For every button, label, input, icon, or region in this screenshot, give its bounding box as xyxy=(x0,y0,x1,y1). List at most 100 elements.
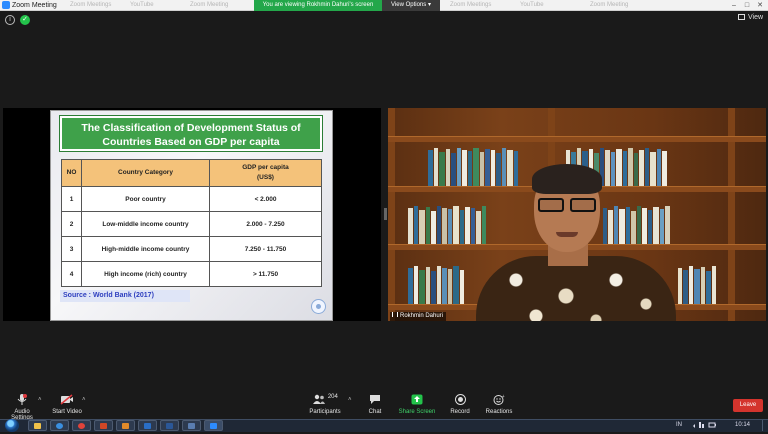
row-number: 3 xyxy=(61,236,82,262)
institution-logo-icon xyxy=(311,299,326,314)
reactions-button[interactable]: + Reactions xyxy=(484,394,514,415)
book-row xyxy=(678,264,758,304)
taskbar-app-generic[interactable] xyxy=(182,420,201,431)
chat-label: Chat xyxy=(368,409,382,415)
table-row: 2 Low-middle income country 2.000 - 7.25… xyxy=(61,211,322,237)
folder-icon xyxy=(34,423,41,429)
zoom-icon xyxy=(210,423,217,429)
clock-time: 10:14 xyxy=(735,422,751,428)
gdp-header-unit: (US$) xyxy=(257,174,274,181)
taskbar-app-word[interactable] xyxy=(160,420,179,431)
taskbar-app-zoom[interactable] xyxy=(204,420,223,431)
participants-options-caret[interactable]: ˄ xyxy=(348,397,352,403)
row-gdp: 7.250 - 11.750 xyxy=(209,236,322,262)
row-category: Poor country xyxy=(81,186,210,212)
participant-mouth xyxy=(556,232,578,237)
audio-options-caret[interactable]: ˄ xyxy=(38,397,42,403)
view-label: View xyxy=(748,14,764,21)
svg-text:+: + xyxy=(502,394,505,399)
powerpoint-icon xyxy=(100,423,107,429)
app-icon xyxy=(188,423,195,429)
chevron-down-icon: ▾ xyxy=(427,2,431,8)
background-tab[interactable]: Zoom Meetings xyxy=(450,0,491,11)
video-label: Start Video xyxy=(52,409,82,415)
share-screen-icon xyxy=(411,394,423,405)
media-player-icon xyxy=(122,423,129,429)
chrome-icon xyxy=(78,423,85,429)
row-category: High income (rich) country xyxy=(81,261,210,287)
close-button[interactable]: ✕ xyxy=(754,0,766,11)
taskbar-app-chrome[interactable] xyxy=(72,420,91,431)
audio-settings-button[interactable]: Audio Settings xyxy=(8,394,36,421)
tray-icons xyxy=(693,422,716,428)
taskbar-app-outlook[interactable] xyxy=(138,420,157,431)
record-button[interactable]: Record xyxy=(448,394,472,415)
start-video-button[interactable]: Start Video xyxy=(50,394,84,415)
slide-source: Source : World Bank (2017) xyxy=(60,290,190,302)
taskbar-app-media[interactable] xyxy=(116,420,135,431)
row-category: Low-middle income country xyxy=(81,211,210,237)
maximize-button[interactable]: □ xyxy=(741,0,753,11)
background-tab[interactable]: Zoom Meeting xyxy=(190,0,228,11)
participant-name: Rokhmin Dahuri xyxy=(400,313,444,319)
column-header-no: NO xyxy=(61,159,82,187)
show-desktop-button[interactable] xyxy=(762,420,767,431)
row-gdp: > 11.750 xyxy=(209,261,322,287)
participants-button[interactable]: 204 Participants xyxy=(306,394,344,415)
row-gdp: < 2.000 xyxy=(209,186,322,212)
record-label: Record xyxy=(450,409,470,415)
taskbar-app-explorer[interactable] xyxy=(28,420,47,431)
share-screen-button[interactable]: Share Screen xyxy=(398,394,436,415)
leave-meeting-button[interactable]: Leave xyxy=(733,399,763,412)
book-row xyxy=(603,204,728,244)
table-row: 1 Poor country < 2.000 xyxy=(61,186,322,212)
minimize-button[interactable]: – xyxy=(728,0,740,11)
word-icon xyxy=(166,423,173,429)
outlook-icon xyxy=(144,423,151,429)
taskbar-app-ie[interactable] xyxy=(50,420,69,431)
gallery-grid-icon xyxy=(738,14,745,21)
reactions-label: Reactions xyxy=(485,409,513,415)
row-number: 1 xyxy=(61,186,82,212)
participants-count: 204 xyxy=(327,394,338,400)
row-category: High-middle income country xyxy=(81,236,210,262)
reactions-smiley-icon: + xyxy=(493,394,505,405)
row-number: 4 xyxy=(61,261,82,287)
participants-label: Participants xyxy=(309,409,341,415)
video-camera-off-icon xyxy=(60,394,73,405)
taskbar-app-powerpoint[interactable] xyxy=(94,420,113,431)
chat-button[interactable]: Chat xyxy=(364,394,386,415)
title-bar: Zoom Meeting Zoom Meetings YouTube Zoom … xyxy=(0,0,768,11)
participant-hair xyxy=(532,164,602,194)
book-row xyxy=(428,146,548,186)
slide-title-line: The Classification of Development Status… xyxy=(81,122,301,134)
column-header-gdp: GDP per capita (US$) xyxy=(209,159,322,187)
chat-bubble-icon xyxy=(370,395,380,404)
gdp-header-label: GDP per capita xyxy=(242,164,289,171)
share-screen-label: Share Screen xyxy=(398,409,436,415)
meeting-info-icon[interactable]: i xyxy=(5,15,15,25)
background-tab[interactable]: Zoom Meetings xyxy=(70,0,111,11)
background-tab[interactable]: YouTube xyxy=(520,0,544,11)
video-options-caret[interactable]: ˄ xyxy=(82,397,86,403)
table-header-row: NO Country Category GDP per capita (US$) xyxy=(61,159,322,187)
view-button[interactable]: View xyxy=(738,14,763,21)
view-options-label: View Options xyxy=(391,2,427,8)
participant-glasses xyxy=(538,198,598,212)
book-row xyxy=(408,204,548,244)
background-tab[interactable]: YouTube xyxy=(130,0,154,11)
screen-share-banner: You are viewing Rokhmin Dahuri's screen xyxy=(254,0,382,11)
internet-explorer-icon xyxy=(56,423,63,429)
slide-title-line: Countries Based on GDP per capita xyxy=(102,136,280,148)
participants-icon xyxy=(313,394,326,404)
windows-start-icon[interactable] xyxy=(5,419,19,432)
input-language[interactable]: IN xyxy=(676,420,682,431)
window-title: Zoom Meeting xyxy=(12,2,57,9)
view-options-button[interactable]: View Options ▾ xyxy=(382,0,440,11)
encryption-shield-icon[interactable]: ✓ xyxy=(20,15,30,25)
tile-resize-handle[interactable] xyxy=(384,208,387,220)
zoom-app-icon xyxy=(2,1,10,9)
background-tab[interactable]: Zoom Meeting xyxy=(590,0,628,11)
signal-bars-icon xyxy=(392,312,398,317)
row-gdp: 2.000 - 7.250 xyxy=(209,211,322,237)
